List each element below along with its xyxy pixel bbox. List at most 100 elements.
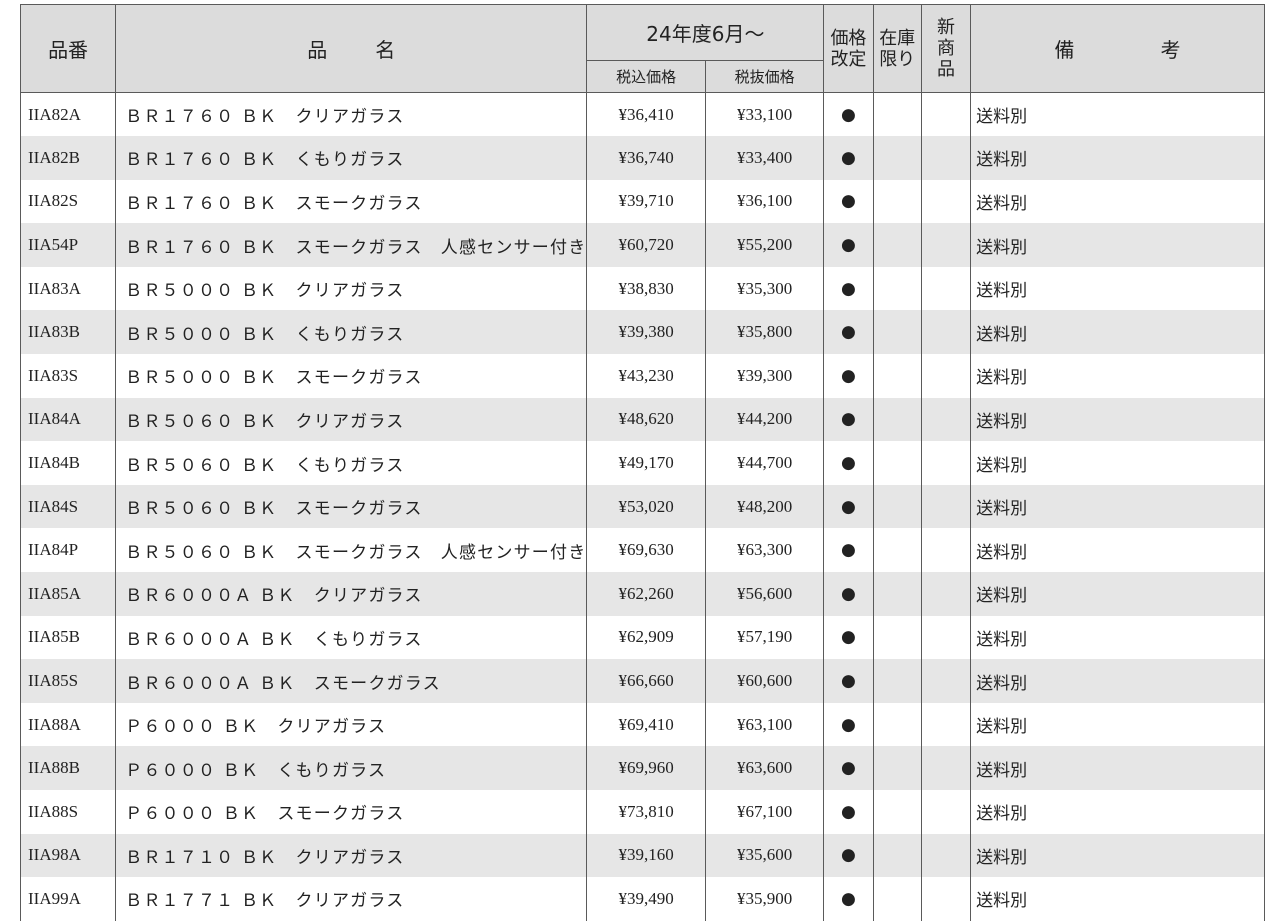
cell-name: ＢＲ１７６０ ＢＫ くもりガラス [115,136,588,180]
cell-remarks: 送料別 [970,266,1265,311]
table-row: IIA84B ＢＲ５０６０ ＢＫ くもりガラス ¥49,170 ¥44,700 ● 送料別 [19,441,1265,485]
header-name: 品名 [115,4,588,93]
cell-code: IIA82B [19,136,117,180]
table-row: IIA84P ＢＲ５０６０ ＢＫ スモークガラス 人感センサー付き ¥69,630 ¥… [19,528,1265,573]
cell-tax-in: ¥48,620 [586,397,706,442]
cell-tax-in: ¥39,380 [586,310,706,355]
header-remarks-b: 考 [1160,38,1181,62]
table-header: 品番 品名 24年度6月～ 価格 改定 在庫 限り 新商品 備考 税込価格 税抜価格 [19,4,1265,93]
cell-name: Ｐ６０００ ＢＫ スモークガラス [115,790,588,834]
cell-limited [872,833,922,878]
cell-limited [872,877,922,921]
table-row: IIA88A Ｐ６０００ ＢＫ クリアガラス ¥69,410 ¥63,100 ● 送料別 [19,702,1265,747]
cell-tax-ex: ¥35,900 [704,877,825,921]
cell-revised: ● [823,702,874,747]
cell-name: ＢＲ５０６０ ＢＫ スモークガラス [115,484,588,529]
cell-limited [872,179,922,224]
cell-tax-in: ¥62,260 [586,572,706,616]
cell-new [920,833,972,878]
cell-tax-ex: ¥48,200 [704,484,825,529]
cell-new [920,572,972,616]
cell-new [920,136,972,180]
cell-tax-ex: ¥36,100 [704,179,825,224]
cell-revised: ● [823,310,874,355]
cell-revised: ● [823,136,874,180]
cell-limited [872,266,922,311]
cell-limited [872,746,922,790]
cell-name: Ｐ６０００ ＢＫ くもりガラス [115,746,588,790]
cell-remarks: 送料別 [970,702,1265,747]
cell-tax-in: ¥39,490 [586,877,706,921]
cell-code: IIA88A [19,702,117,747]
cell-code: IIA84B [19,441,117,485]
header-period: 24年度6月～ [586,4,825,61]
cell-new [920,266,972,311]
cell-revised: ● [823,223,874,267]
cell-tax-ex: ¥57,190 [704,615,825,660]
table-row: IIA88S Ｐ６０００ ＢＫ スモークガラス ¥73,810 ¥67,100 ● 送料別 [19,790,1265,834]
cell-code: IIA83A [19,266,117,311]
cell-code: IIA83B [19,310,117,355]
cell-new [920,484,972,529]
cell-revised: ● [823,266,874,311]
cell-name: ＢＲ６０００Ａ ＢＫ スモークガラス [115,659,588,703]
cell-code: IIA82S [19,179,117,224]
table-row: IIA83A ＢＲ５０００ ＢＫ クリアガラス ¥38,830 ¥35,300 ● 送料別 [19,266,1265,311]
cell-name: ＢＲ１７１０ ＢＫ クリアガラス [115,833,588,878]
cell-revised: ● [823,484,874,529]
cell-new [920,179,972,224]
cell-tax-ex: ¥35,600 [704,833,825,878]
table-row: IIA85A ＢＲ６０００Ａ ＢＫ クリアガラス ¥62,260 ¥56,600 ● 送料… [19,572,1265,616]
cell-remarks: 送料別 [970,833,1265,878]
cell-remarks: 送料別 [970,354,1265,398]
cell-remarks: 送料別 [970,310,1265,355]
header-tax-ex: 税抜価格 [704,60,825,93]
cell-remarks: 送料別 [970,528,1265,573]
price-table: 品番 品名 24年度6月～ 価格 改定 在庫 限り 新商品 備考 税込価格 税抜価格… [19,4,1265,921]
cell-new [920,92,972,137]
cell-revised: ● [823,441,874,485]
cell-tax-in: ¥49,170 [586,441,706,485]
cell-remarks: 送料別 [970,179,1265,224]
table-row: IIA85S ＢＲ６０００Ａ ＢＫ スモークガラス ¥66,660 ¥60,600 ● 送… [19,659,1265,703]
cell-tax-in: ¥60,720 [586,223,706,267]
cell-tax-ex: ¥63,300 [704,528,825,573]
cell-name: ＢＲ１７７１ ＢＫ クリアガラス [115,877,588,921]
cell-revised: ● [823,397,874,442]
header-revised: 価格 改定 [823,4,874,93]
cell-revised: ● [823,833,874,878]
cell-new [920,354,972,398]
header-code: 品番 [19,4,117,93]
cell-remarks: 送料別 [970,877,1265,921]
table-row: IIA83B ＢＲ５０００ ＢＫ くもりガラス ¥39,380 ¥35,800 ● 送料別 [19,310,1265,355]
cell-limited [872,223,922,267]
cell-new [920,659,972,703]
cell-code: IIA84P [19,528,117,573]
cell-code: IIA85B [19,615,117,660]
cell-remarks: 送料別 [970,397,1265,442]
cell-limited [872,702,922,747]
cell-revised: ● [823,92,874,137]
cell-tax-ex: ¥39,300 [704,354,825,398]
table-row: IIA98A ＢＲ１７１０ ＢＫ クリアガラス ¥39,160 ¥35,600 ● 送料別 [19,833,1265,878]
cell-remarks: 送料別 [970,615,1265,660]
cell-limited [872,484,922,529]
cell-tax-in: ¥66,660 [586,659,706,703]
cell-code: IIA98A [19,833,117,878]
header-name-a: 品 [307,38,328,62]
cell-revised: ● [823,354,874,398]
table-row: IIA88B Ｐ６０００ ＢＫ くもりガラス ¥69,960 ¥63,600 ● 送料別 [19,746,1265,790]
cell-code: IIA84S [19,484,117,529]
cell-revised: ● [823,746,874,790]
cell-tax-ex: ¥33,100 [704,92,825,137]
header-remarks-a: 備 [1054,38,1075,62]
cell-name: ＢＲ１７６０ ＢＫ スモークガラス 人感センサー付き [115,223,588,267]
header-new: 新商品 [920,4,972,93]
cell-limited [872,92,922,137]
cell-limited [872,354,922,398]
cell-new [920,790,972,834]
cell-tax-ex: ¥67,100 [704,790,825,834]
cell-name: ＢＲ５０６０ ＢＫ クリアガラス [115,397,588,442]
cell-tax-ex: ¥63,100 [704,702,825,747]
cell-limited [872,310,922,355]
